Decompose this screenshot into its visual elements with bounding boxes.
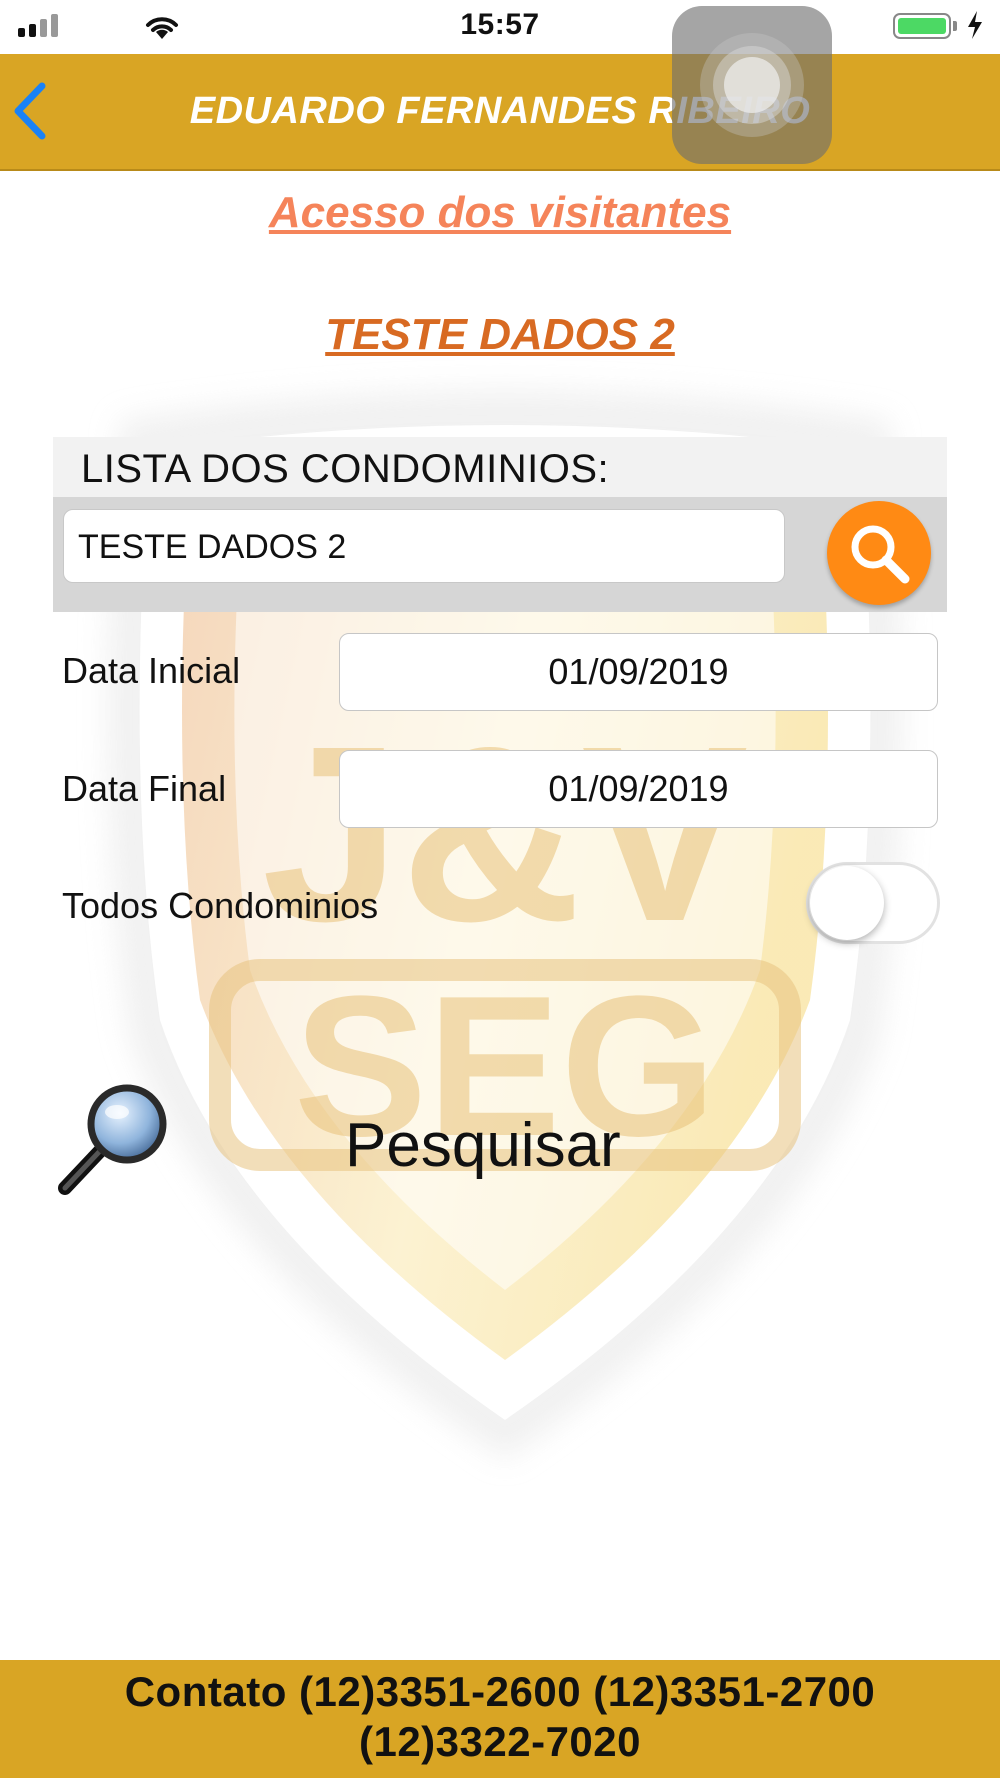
condominium-search-button[interactable] (827, 501, 931, 605)
battery-icon (893, 13, 951, 39)
navigation-bar: EDUARDO FERNANDES RIBEIRO (0, 54, 1000, 171)
contact-footer: Contato (12)3351-2600 (12)3351-2700 (12)… (0, 1660, 1000, 1778)
selected-condominium-title: TESTE DADOS 2 (325, 310, 675, 359)
condominium-list-label: LISTA DOS CONDOMINIOS: (81, 447, 610, 491)
search-icon (851, 525, 910, 584)
all-condominiums-label: Todos Condominios (62, 885, 379, 926)
toggle-knob (810, 866, 884, 940)
watermark-text-jv: J&V (262, 694, 748, 973)
start-date-field[interactable]: 01/09/2019 (339, 633, 938, 711)
contact-line-2: (12)3322-7020 (358, 1718, 642, 1765)
contact-line-1: Contato (12)3351-2600 (12)3351-2700 (124, 1668, 876, 1715)
search-button[interactable]: Pesquisar (55, 1080, 735, 1210)
condominium-search-row: TESTE DADOS 2 (53, 497, 947, 612)
condominium-list-header: LISTA DOS CONDOMINIOS: (53, 437, 947, 497)
magnifying-glass-icon (58, 1084, 167, 1195)
nav-title: EDUARDO FERNANDES RIBEIRO (189, 90, 811, 132)
status-time: 15:57 (460, 8, 540, 41)
start-date-label: Data Inicial (62, 650, 241, 691)
charging-bolt-icon (968, 11, 982, 39)
battery-tip (953, 21, 957, 31)
condominium-input[interactable]: TESTE DADOS 2 (63, 509, 785, 583)
search-button-label: Pesquisar (345, 1111, 621, 1180)
assistive-touch-button[interactable] (672, 6, 832, 164)
all-condominiums-toggle[interactable] (806, 862, 940, 944)
end-date-field[interactable]: 01/09/2019 (339, 750, 938, 828)
end-date-label: Data Final (62, 768, 227, 809)
status-bar: 15:57 (0, 0, 1000, 54)
page-heading: Acesso dos visitantes (268, 188, 732, 237)
